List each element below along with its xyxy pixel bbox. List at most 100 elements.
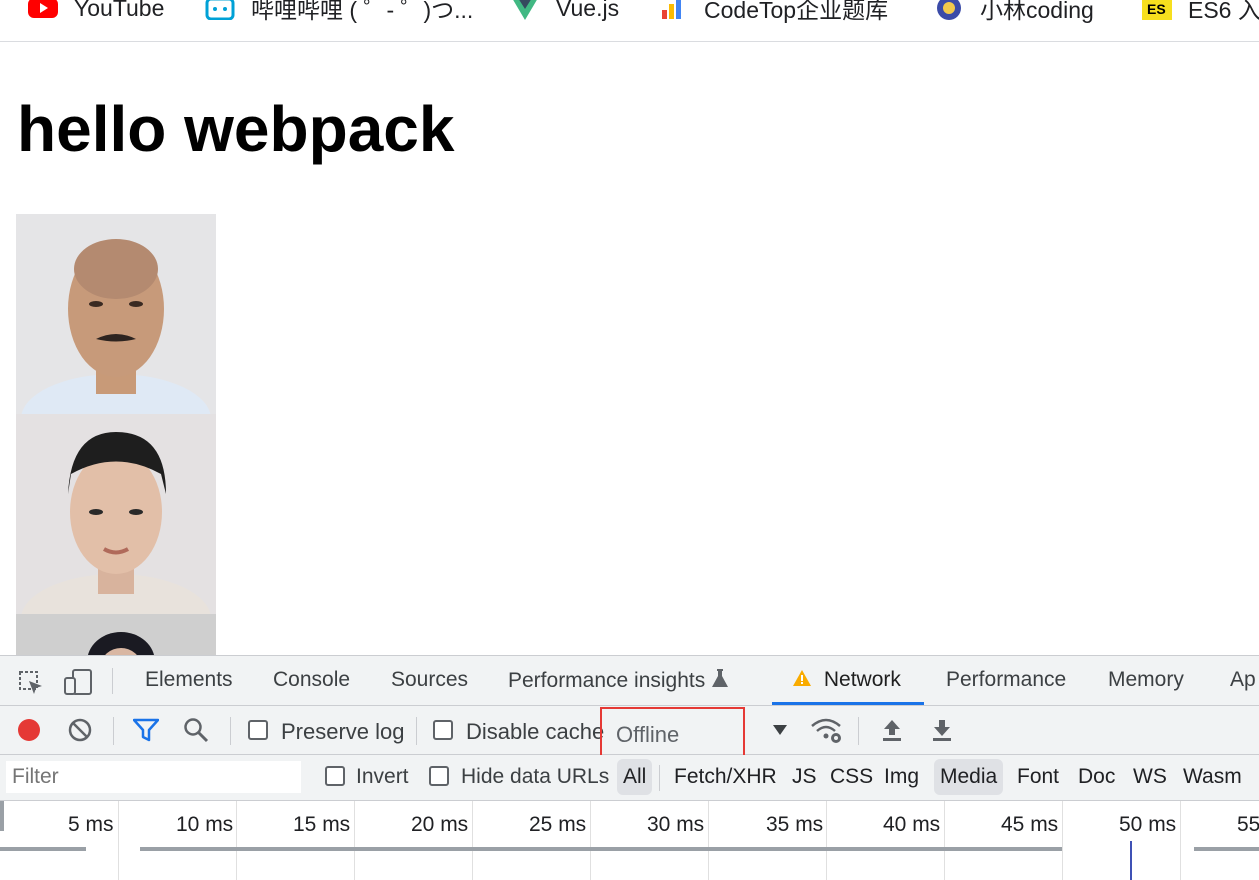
network-conditions-icon[interactable]: [810, 717, 844, 750]
svg-text:ES: ES: [1147, 1, 1166, 17]
timeline-bar: [1194, 847, 1259, 851]
throttling-select[interactable]: Offline: [600, 707, 745, 761]
timeline-bar: [0, 847, 86, 851]
timeline-gridline: [1180, 801, 1181, 880]
network-filter-bar: Invert Hide data URLs All Fetch/XHR JS C…: [0, 755, 1259, 801]
filter-type-fetch-xhr[interactable]: Fetch/XHR: [668, 759, 783, 795]
tab-memory[interactable]: Memory: [1108, 668, 1184, 692]
invert-label[interactable]: Invert: [356, 765, 409, 789]
portrait-image-1: [16, 214, 216, 414]
devtools-tab-bar: Elements Console Sources Performance ins…: [0, 656, 1259, 706]
throttling-value: Offline: [616, 722, 680, 747]
divider: [416, 717, 417, 745]
dropdown-arrow-icon[interactable]: [772, 723, 788, 741]
tab-network[interactable]: Network: [792, 668, 901, 692]
filter-type-all[interactable]: All: [617, 759, 653, 795]
tab-label: Network: [823, 668, 901, 691]
timeline-tick: 10 ms: [176, 813, 234, 836]
timeline-gridline: [118, 801, 119, 880]
timeline-tick: 25 ms: [529, 813, 587, 836]
network-overview-timeline[interactable]: 5 ms 10 ms 15 ms 20 ms 25 ms 30 ms 35 ms…: [0, 801, 1259, 880]
portrait-image-2: [16, 414, 216, 614]
timeline-tick: 5 ms: [68, 813, 114, 836]
record-button[interactable]: [17, 718, 41, 747]
network-toolbar: Preserve log Disable cache Offline: [0, 706, 1259, 761]
device-toolbar-icon[interactable]: [63, 668, 93, 701]
bookmark-bilibili[interactable]: 哔哩哔哩 ( ゜- ゜)つ...: [205, 0, 473, 28]
timeline-gridline: [354, 801, 355, 880]
preserve-log-checkbox[interactable]: [248, 720, 268, 740]
filter-type-img[interactable]: Img: [878, 759, 925, 795]
timeline-tick: 50 ms: [1119, 813, 1177, 836]
disable-cache-label[interactable]: Disable cache: [466, 719, 604, 745]
timeline-tick: 40 ms: [883, 813, 941, 836]
bookmark-label: 小林coding: [980, 0, 1094, 23]
tab-sources[interactable]: Sources: [391, 668, 468, 692]
clear-icon[interactable]: [68, 718, 92, 747]
filter-type-font[interactable]: Font: [1011, 759, 1065, 795]
timeline-gridline: [1062, 801, 1063, 880]
filter-type-js[interactable]: JS: [786, 759, 823, 795]
timeline-tick: 20 ms: [411, 813, 469, 836]
timeline-gridline: [708, 801, 709, 880]
active-tab-indicator: [772, 702, 924, 705]
bookmark-label: Vue.js: [556, 0, 620, 21]
codetop-icon: [658, 0, 688, 20]
vue-icon: [510, 0, 540, 20]
timeline-tick: 55: [1237, 813, 1259, 836]
timeline-left-handle[interactable]: [0, 801, 4, 831]
divider: [112, 668, 113, 694]
filter-type-css[interactable]: CSS: [824, 759, 879, 795]
preserve-log-label[interactable]: Preserve log: [281, 719, 405, 745]
bookmark-label: YouTube: [74, 0, 165, 21]
bookmark-codetop[interactable]: CodeTop企业题库: [658, 0, 888, 28]
timeline-tick: 15 ms: [293, 813, 351, 836]
export-har-icon[interactable]: [930, 718, 954, 747]
devtools-panel: Elements Console Sources Performance ins…: [0, 655, 1259, 880]
bilibili-icon: [205, 0, 235, 21]
xiaolin-icon: [934, 0, 964, 20]
divider: [858, 717, 859, 745]
flask-icon: [711, 669, 729, 692]
load-event-marker: [1130, 841, 1132, 880]
timeline-bar: [140, 847, 1062, 851]
tab-elements[interactable]: Elements: [145, 668, 233, 692]
import-har-icon[interactable]: [880, 718, 904, 747]
timeline-gridline: [826, 801, 827, 880]
tab-label: Performance insights: [508, 669, 706, 692]
timeline-tick: 30 ms: [647, 813, 705, 836]
tab-application[interactable]: Ap: [1230, 668, 1256, 692]
tab-performance-insights[interactable]: Performance insights: [508, 668, 729, 693]
bookmark-youtube[interactable]: YouTube: [28, 0, 164, 28]
filter-type-ws[interactable]: WS: [1127, 759, 1173, 795]
invert-checkbox[interactable]: [325, 766, 345, 786]
inspect-element-icon[interactable]: [18, 670, 44, 701]
search-icon[interactable]: [183, 717, 209, 748]
bookmark-label: 哔哩哔哩 ( ゜- ゜)つ...: [251, 0, 474, 23]
filter-type-doc[interactable]: Doc: [1072, 759, 1121, 795]
tab-console[interactable]: Console: [273, 668, 350, 692]
filter-funnel-icon[interactable]: [132, 718, 160, 747]
hide-data-urls-checkbox[interactable]: [429, 766, 449, 786]
tab-performance[interactable]: Performance: [946, 668, 1066, 692]
timeline-gridline: [472, 801, 473, 880]
filter-type-wasm[interactable]: Wasm: [1177, 759, 1248, 795]
warning-icon: [792, 668, 824, 691]
bookmark-label: ES6 入: [1188, 0, 1259, 23]
filter-type-media[interactable]: Media: [934, 759, 1004, 795]
filter-input[interactable]: [6, 761, 301, 793]
disable-cache-checkbox[interactable]: [433, 720, 453, 740]
portrait-image-3: [16, 614, 216, 656]
divider: [113, 717, 114, 745]
page-title: hello webpack: [17, 93, 455, 165]
bookmark-xiaolin[interactable]: 小林coding: [934, 0, 1094, 28]
divider: [659, 765, 660, 791]
es-icon: ES: [1142, 0, 1172, 20]
bookmarks-bar: YouTube 哔哩哔哩 ( ゜- ゜)つ... Vue.js CodeTop企…: [0, 0, 1259, 42]
bookmark-es6[interactable]: ES ES6 入: [1142, 0, 1259, 28]
youtube-icon: [28, 0, 58, 20]
timeline-tick: 35 ms: [766, 813, 824, 836]
timeline-tick: 45 ms: [1001, 813, 1059, 836]
hide-data-urls-label[interactable]: Hide data URLs: [461, 765, 609, 789]
bookmark-vue[interactable]: Vue.js: [510, 0, 619, 28]
